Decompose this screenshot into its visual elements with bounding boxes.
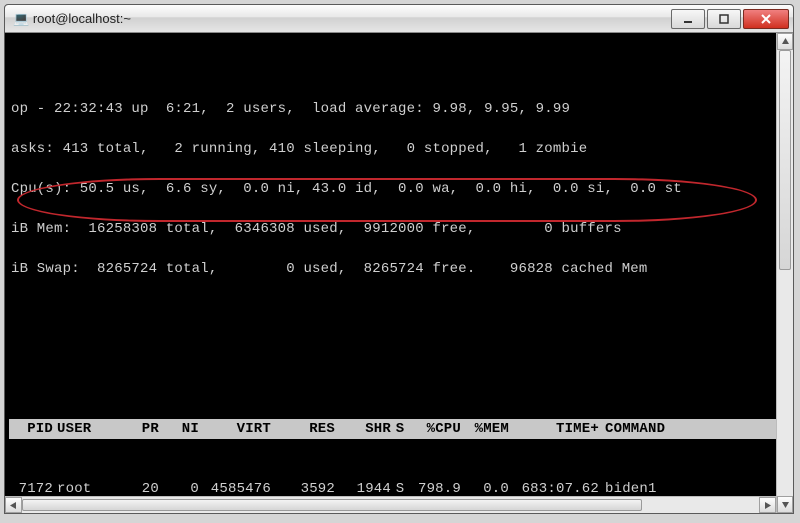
summary-line-1: op - 22:32:43 up 6:21, 2 users, load ave… (11, 99, 793, 119)
scroll-track-v[interactable] (777, 50, 793, 496)
scroll-thumb-v[interactable] (779, 50, 791, 270)
scroll-up-button[interactable] (777, 33, 793, 50)
scroll-right-button[interactable] (759, 497, 776, 513)
scroll-down-button[interactable] (777, 496, 793, 513)
summary-line-5: iB Swap: 8265724 total, 0 used, 8265724 … (11, 259, 793, 279)
scroll-track-h[interactable] (22, 497, 759, 513)
vertical-scrollbar[interactable] (776, 33, 793, 513)
top-summary: op - 22:32:43 up 6:21, 2 users, load ave… (9, 79, 793, 319)
maximize-button[interactable] (707, 9, 741, 29)
close-button[interactable] (743, 9, 789, 29)
window-controls (669, 9, 789, 29)
summary-line-2: asks: 413 total, 2 running, 410 sleeping… (11, 139, 793, 159)
summary-line-4: iB Mem: 16258308 total, 6346308 used, 99… (11, 219, 793, 239)
process-table-header: PIDUSERPRNIVIRTRESSHRS%CPU%MEMTIME+COMMA… (9, 419, 793, 439)
window-title: 💻 root@localhost:~ (13, 11, 669, 27)
scroll-thumb-h[interactable] (22, 499, 642, 511)
horizontal-scrollbar[interactable] (5, 496, 776, 513)
scroll-left-button[interactable] (5, 497, 22, 513)
summary-line-3: Cpu(s): 50.5 us, 6.6 sy, 0.0 ni, 43.0 id… (11, 179, 793, 199)
minimize-button[interactable] (671, 9, 705, 29)
titlebar: 💻 root@localhost:~ (5, 5, 793, 33)
terminal-window: 💻 root@localhost:~ op - 22:32:43 up 6:21… (4, 4, 794, 514)
terminal-output[interactable]: op - 22:32:43 up 6:21, 2 users, load ave… (5, 33, 793, 514)
